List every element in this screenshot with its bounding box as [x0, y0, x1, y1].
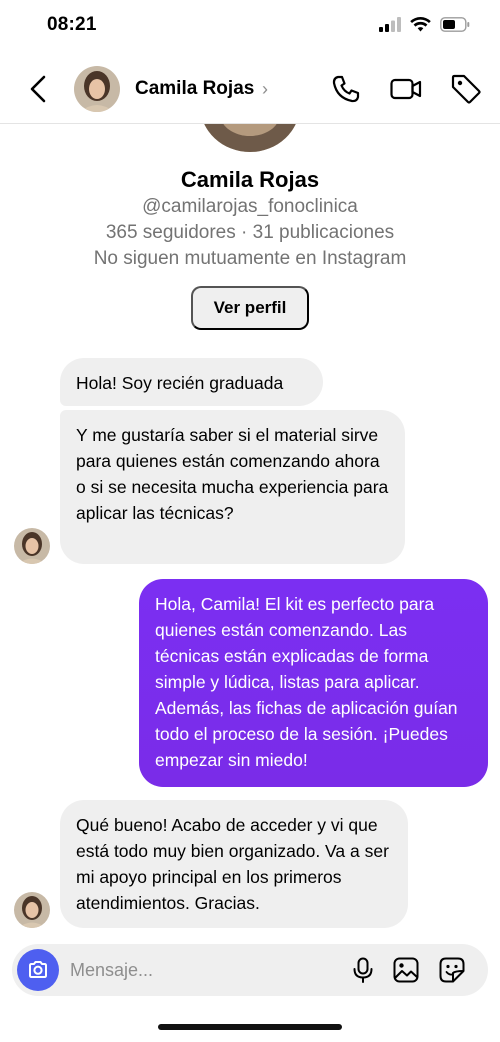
microphone-icon[interactable]: [349, 956, 377, 984]
avatar-photo: [14, 892, 50, 928]
chevron-left-icon[interactable]: [24, 72, 54, 106]
battery-icon: [440, 16, 470, 32]
message-bubble-incoming[interactable]: Qué bueno! Acabo de acceder y vi que est…: [60, 800, 408, 928]
view-profile-button[interactable]: Ver perfil: [191, 286, 309, 330]
message-composer: [12, 944, 488, 996]
camera-button[interactable]: [17, 949, 59, 991]
camera-icon: [29, 961, 47, 978]
home-indicator: [158, 1024, 342, 1030]
wifi-icon: [410, 17, 431, 32]
message-bubble-outgoing[interactable]: Hola, Camila! El kit es perfecto para qu…: [139, 579, 488, 787]
mutual-follow-status: No siguen mutuamente en Instagram: [93, 248, 407, 269]
message-bubble-incoming[interactable]: Y me gustaría saber si el material sirve…: [60, 410, 405, 564]
sticker-icon[interactable]: [438, 956, 466, 984]
status-bar: 08:21: [0, 0, 500, 50]
avatar-photo: [74, 66, 120, 112]
sender-avatar[interactable]: [14, 528, 50, 564]
message-input[interactable]: [70, 953, 340, 987]
chevron-right-icon[interactable]: ›: [262, 79, 268, 100]
image-icon[interactable]: [392, 956, 420, 984]
contact-name[interactable]: Camila Rojas: [135, 78, 254, 100]
phone-icon[interactable]: [329, 72, 363, 106]
video-camera-icon[interactable]: [389, 72, 423, 106]
message-bubble-incoming[interactable]: Hola! Soy recién graduada: [60, 358, 323, 406]
profile-name: Camila Rojas: [180, 167, 320, 192]
sender-avatar[interactable]: [14, 892, 50, 928]
status-icons: [379, 16, 470, 32]
avatar-photo: [14, 528, 50, 564]
cellular-signal-icon: [379, 16, 401, 32]
status-time: 08:21: [47, 14, 97, 35]
profile-handle: @camilarojas_fonoclinica: [142, 196, 358, 217]
profile-stats: 365 seguidores · 31 publicaciones: [105, 222, 395, 243]
header-avatar[interactable]: [74, 66, 120, 112]
chat-header: Camila Rojas ›: [0, 56, 500, 124]
tag-icon[interactable]: [449, 72, 483, 106]
